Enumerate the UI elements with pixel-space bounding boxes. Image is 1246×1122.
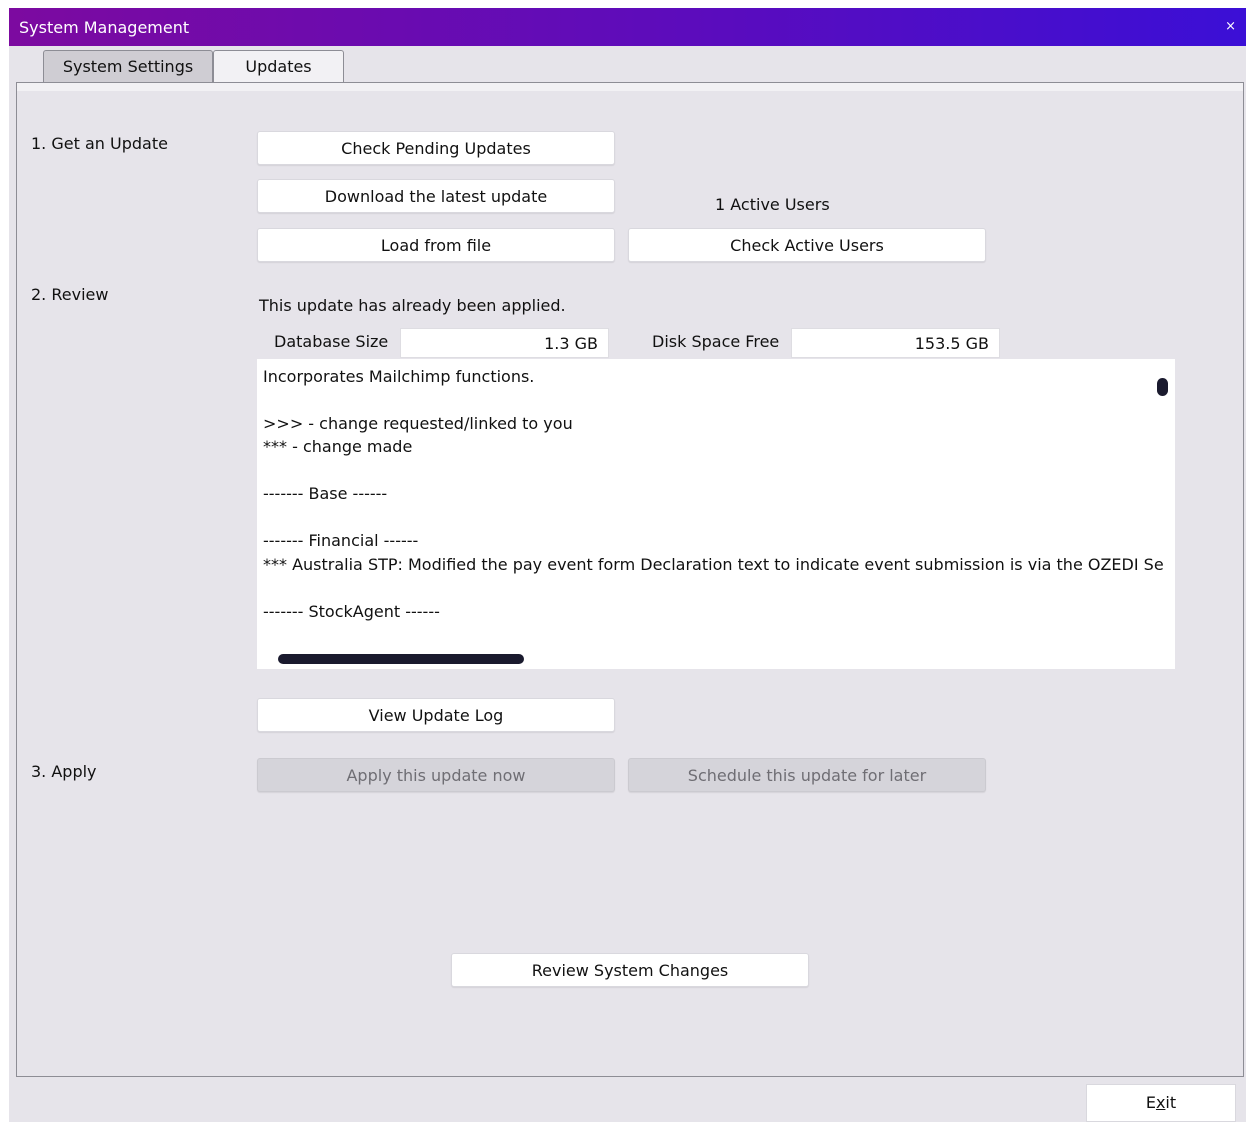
section-get-update-heading: 1. Get an Update xyxy=(31,134,168,153)
notes-line: Incorporates Mailchimp functions. xyxy=(263,367,535,386)
download-latest-update-button[interactable]: Download the latest update xyxy=(257,179,615,213)
notes-line: ------- StockAgent ------ xyxy=(263,602,440,621)
disk-space-free-field: 153.5 GB xyxy=(791,328,1000,358)
tab-updates[interactable]: Updates xyxy=(213,50,344,84)
notes-line: ------- Financial ------ xyxy=(263,531,419,550)
view-update-log-button[interactable]: View Update Log xyxy=(257,698,615,732)
check-active-users-button[interactable]: Check Active Users xyxy=(628,228,986,262)
update-notes-textarea[interactable]: Incorporates Mailchimp functions. >>> - … xyxy=(257,359,1175,669)
close-icon[interactable]: × xyxy=(1225,19,1236,34)
updates-panel: 1. Get an Update Check Pending Updates D… xyxy=(16,82,1244,1077)
exit-accelerator-key: x xyxy=(1155,1093,1166,1112)
section-review-heading: 2. Review xyxy=(31,285,109,304)
exit-button[interactable]: Exit xyxy=(1086,1084,1236,1122)
exit-label-end: it xyxy=(1165,1093,1177,1112)
horizontal-scrollbar-thumb[interactable] xyxy=(278,654,524,664)
database-size-field: 1.3 GB xyxy=(400,328,609,358)
panel-top-strip xyxy=(17,83,1243,91)
notes-line: ------- Base ------ xyxy=(263,484,388,503)
vertical-scrollbar-thumb[interactable] xyxy=(1157,378,1168,396)
notes-line: *** Australia STP: Modified the pay even… xyxy=(263,555,1164,574)
database-size-label: Database Size xyxy=(274,332,389,351)
section-apply-heading: 3. Apply xyxy=(31,762,97,781)
review-system-changes-button[interactable]: Review System Changes xyxy=(451,953,809,987)
window-title: System Management xyxy=(19,18,190,37)
active-users-count: 1 Active Users xyxy=(715,195,830,214)
schedule-update-later-button[interactable]: Schedule this update for later xyxy=(628,758,986,792)
apply-update-now-button[interactable]: Apply this update now xyxy=(257,758,615,792)
load-from-file-button[interactable]: Load from file xyxy=(257,228,615,262)
disk-space-free-label: Disk Space Free xyxy=(652,332,780,351)
notes-line: >>> - change requested/linked to you xyxy=(263,414,573,433)
system-management-window: System Management × System Settings Upda… xyxy=(9,8,1246,1122)
update-status-text: This update has already been applied. xyxy=(259,296,566,315)
notes-line: *** - change made xyxy=(263,437,413,456)
exit-label-start: E xyxy=(1145,1093,1156,1112)
check-pending-updates-button[interactable]: Check Pending Updates xyxy=(257,131,615,165)
tab-system-settings[interactable]: System Settings xyxy=(43,50,213,82)
title-bar: System Management × xyxy=(9,8,1246,46)
